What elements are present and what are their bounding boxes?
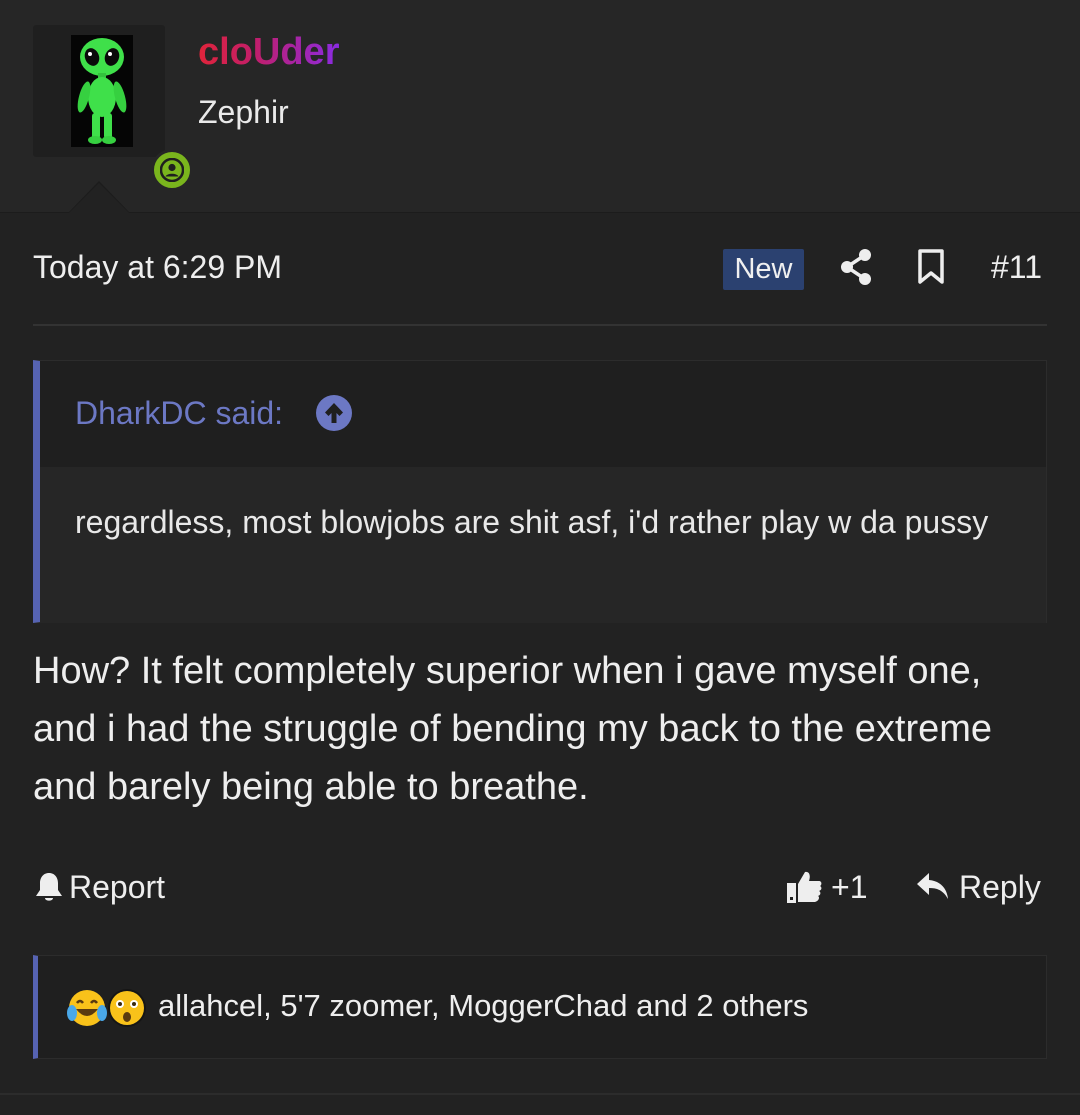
post-body: How? It felt completely superior when i …: [33, 650, 993, 808]
share-icon[interactable]: [839, 248, 873, 286]
like-count: +1: [831, 868, 868, 905]
reply-button[interactable]: Reply: [915, 862, 1041, 912]
username-link[interactable]: cloUder: [198, 30, 339, 74]
new-badge: New: [723, 249, 804, 290]
quote-author[interactable]: DharkDC said:: [75, 393, 283, 433]
post-actions: Report +1 Reply: [33, 862, 1047, 912]
post-meta-row: Today at 6:29 PM New #11: [33, 242, 1047, 292]
quote-header: DharkDC said:: [40, 361, 1046, 467]
online-status-badge: [151, 149, 193, 191]
post-timestamp[interactable]: Today at 6:29 PM: [33, 247, 282, 287]
reply-arrow-icon: [917, 873, 948, 899]
user-title: Zephir: [198, 94, 289, 130]
meta-divider: [33, 324, 1047, 326]
alien-avatar-icon: [71, 35, 133, 147]
reaction-users[interactable]: allahcel, 5'7 zoomer, MoggerChad and 2 o…: [158, 986, 808, 1026]
crying-laughing-emoji: [67, 990, 107, 1026]
bell-icon: [36, 873, 62, 901]
user-avatar[interactable]: [33, 25, 193, 191]
thumbs-up-icon: [787, 871, 822, 903]
report-button[interactable]: Report: [33, 862, 165, 912]
quote-content: regardless, most blowjobs are shit asf, …: [40, 467, 1046, 623]
post-bottom-divider: [0, 1093, 1080, 1095]
reply-label: Reply: [959, 868, 1041, 905]
arrow-up-circle-icon[interactable]: [316, 395, 352, 431]
bookmark-icon[interactable]: [917, 248, 945, 286]
shocked-emoji: [108, 989, 146, 1027]
online-user-icon: [160, 158, 184, 182]
like-button[interactable]: +1: [785, 862, 867, 912]
quote-text: regardless, most blowjobs are shit asf, …: [75, 504, 989, 540]
post-number-link[interactable]: #11: [991, 247, 1042, 287]
post-user-header: cloUder Zephir: [0, 0, 1080, 213]
header-pointer-fill: [69, 183, 129, 213]
report-label: Report: [69, 868, 166, 905]
reaction-emojis: [67, 989, 146, 1027]
reactions-bar[interactable]: allahcel, 5'7 zoomer, MoggerChad and 2 o…: [33, 955, 1047, 1059]
quote-block: DharkDC said: regardless, most blowjobs …: [33, 360, 1047, 623]
